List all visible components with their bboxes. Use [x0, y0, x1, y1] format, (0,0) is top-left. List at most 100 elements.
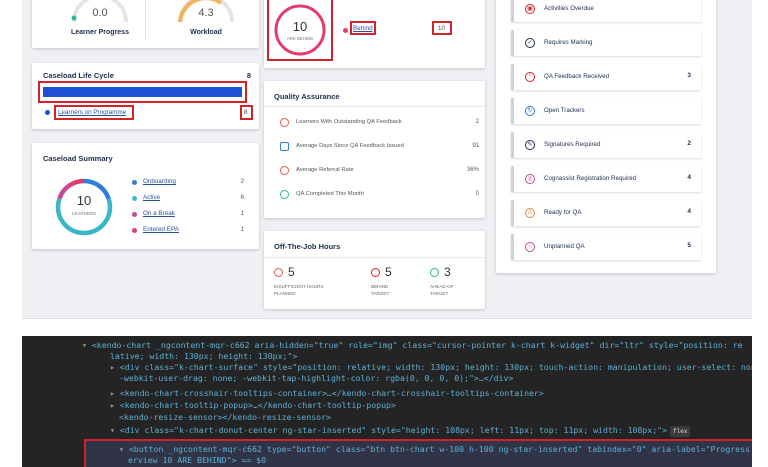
dom-node-text: <div class="k-chart-donut-center ng-star…	[119, 425, 668, 435]
qa-row-value: 0	[475, 191, 479, 197]
dom-node-line: lative; width: 130px; height: 130px;">	[110, 351, 297, 362]
check-icon: ✓	[525, 38, 535, 48]
qa-row[interactable]: QA Completed This Month 0	[274, 187, 479, 203]
qa-divider	[264, 106, 485, 107]
workload-value: 4.3	[198, 7, 214, 19]
otj-stat[interactable]: 3 AHEAD OF TARGET	[430, 265, 480, 305]
dom-node-text: lative; width: 130px; height: 130px;">	[110, 351, 298, 361]
dom-node-text: <div class="k-chart-surface" style="posi…	[119, 362, 752, 372]
action-label: Signatures Required	[544, 141, 601, 148]
calendar-icon: ▣	[525, 4, 535, 14]
learner-progress-value: 0.0	[92, 7, 108, 19]
action-activities-overdue[interactable]: ▣ Activities Overdue	[511, 0, 701, 22]
dom-node-line[interactable]: ▸ <kendo-chart-tooltip-popup>…</kendo-ch…	[110, 400, 396, 411]
summary-legend-item[interactable]: On a Break 1	[132, 209, 252, 221]
dom-node-line: -webkit-user-drag: none; -webkit-tap-hig…	[119, 373, 513, 384]
behind-link[interactable]: Behind	[353, 25, 373, 32]
warning-icon	[274, 268, 283, 277]
otj-stat[interactable]: 5 INSUFFICIENT HOURS PLANNED	[274, 265, 338, 305]
qa-row[interactable]: Average Referral Rate 36%	[274, 163, 479, 179]
qa-row-value: 2	[475, 119, 479, 125]
otj-divider	[264, 257, 485, 258]
action-unplanned-qa[interactable]: − Unplanned QA 5	[511, 234, 701, 260]
legend-dot	[132, 212, 137, 217]
otj-stat-label-1: AHEAD OF	[430, 284, 454, 289]
summary-legend-count: 1	[240, 210, 244, 217]
caseload-life-cycle-card: Caseload Life Cycle 8 Learners on Progra…	[32, 63, 259, 129]
life-cycle-legend-count: 8	[244, 109, 248, 116]
summary-legend-item[interactable]: Onboarding 2	[132, 177, 252, 189]
tracker-icon: ↻	[525, 106, 535, 116]
dashboard: 0.0 Learner Progress 4.3 Workload Caselo…	[22, 0, 752, 319]
progress-overview-sub: ARE BEHIND	[286, 36, 314, 41]
otj-stat[interactable]: 5 BEHIND TARGET	[371, 265, 421, 305]
action-cognassist-registration[interactable]: ◎ Cognassist Registration Required 4	[511, 166, 701, 192]
quality-assurance-card: Quality Assurance Learners With Outstand…	[264, 81, 485, 218]
dom-node-text: <kendo-resize-sensor></kendo-resize-sens…	[119, 412, 331, 422]
alert-icon	[280, 118, 289, 127]
dom-node-line-selected[interactable]: erview 10 ARE BEHIND"> == $0	[128, 455, 266, 466]
quality-assurance-title: Quality Assurance	[274, 92, 340, 101]
refresh-icon	[280, 166, 289, 175]
caseload-summary-total: 10	[76, 193, 92, 208]
summary-legend-label[interactable]: Active	[143, 194, 160, 201]
action-label: Unplanned QA	[544, 243, 585, 250]
action-count: 2	[687, 140, 691, 147]
caseload-life-cycle-title: Caseload Life Cycle	[43, 71, 114, 80]
qa-row-label: Average Days Since QA Feedback Issued	[296, 143, 404, 149]
action-count: 4	[687, 208, 691, 215]
progress-overview-count[interactable]: 10	[272, 19, 328, 34]
caseload-summary-total-sub: LEARNERS	[71, 211, 97, 216]
otj-stat-label-1: INSUFFICIENT HOURS	[274, 284, 324, 289]
qa-row[interactable]: Learners With Outstanding QA Feedback 2	[274, 115, 479, 131]
action-label: Cognassist Registration Required	[544, 175, 637, 182]
action-requires-marking[interactable]: ✓ Requires Marking	[511, 30, 701, 56]
action-label: Activities Overdue	[544, 5, 594, 12]
otj-stat-value: 3	[444, 265, 451, 279]
dom-node-line[interactable]: ▸ <div class="k-chart-surface" style="po…	[110, 362, 752, 373]
action-label: QA Feedback Received	[544, 73, 610, 80]
summary-legend-item[interactable]: Entered EPA 1	[132, 225, 252, 237]
check-icon	[280, 190, 289, 199]
qa-row-label: Learners With Outstanding QA Feedback	[296, 119, 402, 125]
dom-node-line[interactable]: ▾ <div class="k-chart-donut-center ng-st…	[110, 425, 691, 437]
otj-stat-label-2: TARGET	[371, 291, 390, 296]
behind-icon	[371, 268, 380, 277]
life-cycle-legend-dot	[45, 110, 50, 115]
otj-stat-label-2: PLANNED	[274, 291, 296, 296]
action-ready-for-qa[interactable]: ♙ Ready for QA 4	[511, 200, 701, 226]
summary-legend-label[interactable]: On a Break	[143, 210, 175, 217]
dom-node-text: <kendo-chart-crosshair-tooltips-containe…	[119, 388, 544, 398]
dom-node-line[interactable]: ▾ <kendo-chart _ngcontent-mqr-c662 aria-…	[82, 340, 743, 351]
learner-progress-label: Learner Progress	[71, 29, 129, 36]
otj-stat-label-1: BEHIND	[371, 284, 389, 289]
action-qa-feedback-received[interactable]: ! QA Feedback Received 3	[511, 64, 701, 90]
caseload-summary-card: Caseload Summary 10 LEARNERS Onboarding …	[32, 143, 259, 249]
devtools-elements-panel: ▾ <kendo-chart _ngcontent-mqr-c662 aria-…	[22, 336, 752, 467]
action-signatures-required[interactable]: ✎ Signatures Required 2	[511, 132, 701, 158]
off-the-job-card: Off-The-Job Hours 5 INSUFFICIENT HOURS P…	[264, 231, 485, 309]
behind-count: 10	[438, 25, 446, 32]
gauges-card: 0.0 Learner Progress 4.3 Workload	[32, 0, 259, 48]
check-icon	[430, 268, 439, 277]
action-open-trackers[interactable]: ↻ Open Trackers	[511, 98, 701, 124]
legend-dot	[132, 196, 137, 201]
qa-row[interactable]: Average Days Since QA Feedback Issued 91	[274, 139, 479, 155]
dom-node-line[interactable]: <kendo-resize-sensor></kendo-resize-sens…	[119, 412, 331, 423]
action-label: Requires Marking	[544, 39, 593, 46]
flex-badge[interactable]: flex	[670, 426, 691, 437]
summary-legend-count: 6	[240, 194, 244, 201]
summary-legend-item[interactable]: Active 6	[132, 193, 252, 205]
dom-node-line[interactable]: ▸ <kendo-chart-crosshair-tooltips-contai…	[110, 388, 544, 399]
dom-node-text: <kendo-chart-tooltip-popup>…</kendo-char…	[119, 400, 396, 410]
dom-node-line-selected[interactable]: ▾ <button _ngcontent-mqr-c662 type="butt…	[119, 444, 752, 455]
qa-row-value: 36%	[466, 167, 479, 173]
learners-on-programme-link[interactable]: Learners on Programme	[58, 109, 126, 116]
life-cycle-bar[interactable]	[43, 87, 242, 97]
summary-legend-label[interactable]: Onboarding	[143, 178, 176, 185]
otj-stat-label-2: TARGET	[430, 291, 449, 296]
action-count: 5	[687, 242, 691, 249]
summary-legend-label[interactable]: Entered EPA	[143, 226, 179, 233]
qa-row-value: 91	[472, 143, 479, 149]
person-icon: ♙	[525, 208, 535, 218]
